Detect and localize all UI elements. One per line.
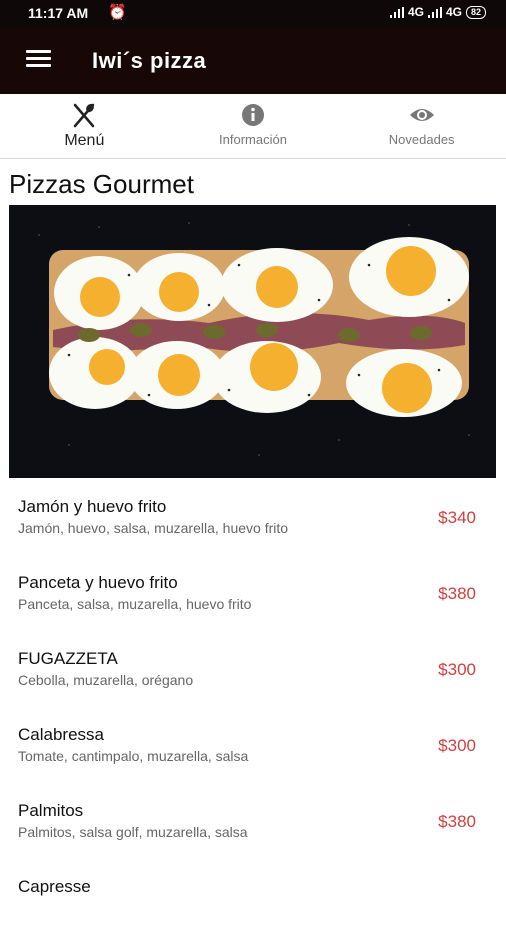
list-item[interactable]: Panceta y huevo frito Panceta, salsa, mu… xyxy=(0,558,506,634)
item-name: Capresse xyxy=(18,877,91,896)
hamburger-menu-icon[interactable] xyxy=(26,50,51,70)
utensils-icon xyxy=(71,100,97,130)
signal-icon-2 xyxy=(427,6,442,18)
info-icon xyxy=(240,100,266,130)
item-description: Cebolla, muzarella, orégano xyxy=(18,672,194,688)
menu-list: Jamón y huevo frito Jamón, huevo, salsa,… xyxy=(0,482,506,938)
item-price: $380 xyxy=(438,584,476,603)
status-time: 11:17 AM xyxy=(28,5,89,21)
tab-novedades[interactable]: Novedades xyxy=(337,94,506,158)
item-price: $380 xyxy=(438,812,476,831)
list-item[interactable]: Jamón y huevo frito Jamón, huevo, salsa,… xyxy=(0,482,506,558)
network-label-1: 4G xyxy=(407,5,424,19)
section-title: Pizzas Gourmet xyxy=(9,169,194,199)
status-icons: 4G 4G 82 xyxy=(389,5,486,19)
list-item[interactable]: Capresse xyxy=(0,862,506,938)
item-price: $300 xyxy=(438,660,476,679)
app-title: Iwi´s pizza xyxy=(92,48,207,73)
item-description: Palmitos, salsa golf, muzarella, salsa xyxy=(18,824,248,840)
item-name: Jamón y huevo frito xyxy=(18,497,167,516)
app-bar: Iwi´s pizza xyxy=(0,28,506,94)
item-price: $340 xyxy=(438,508,476,527)
list-item[interactable]: FUGAZZETA Cebolla, muzarella, orégano $3… xyxy=(0,634,506,710)
item-description: Tomate, cantimpalo, muzarella, salsa xyxy=(18,748,249,764)
tab-novedades-label: Novedades xyxy=(388,132,455,147)
pizza-image xyxy=(9,205,496,478)
status-bar: 11:17 AM ⏰ 4G 4G 82 xyxy=(0,0,506,28)
item-name: Palmitos xyxy=(18,801,84,820)
tab-informacion[interactable]: Información xyxy=(169,94,338,158)
item-name: Calabressa xyxy=(18,725,104,744)
item-description: Panceta, salsa, muzarella, huevo frito xyxy=(18,596,252,612)
network-label-2: 4G xyxy=(445,5,462,19)
list-item[interactable]: Palmitos Palmitos, salsa golf, muzarella… xyxy=(0,786,506,862)
item-name: FUGAZZETA xyxy=(18,649,118,668)
tab-menu-label: Menú xyxy=(64,132,105,149)
list-item[interactable]: Calabressa Tomate, cantimpalo, muzarella… xyxy=(0,710,506,786)
item-price: $300 xyxy=(438,736,476,755)
alarm-icon: ⏰ xyxy=(108,4,127,21)
tab-menu[interactable]: Menú xyxy=(0,94,169,158)
item-name: Panceta y huevo frito xyxy=(18,573,178,592)
signal-icon xyxy=(389,6,404,18)
tab-informacion-label: Información xyxy=(219,132,287,147)
item-description: Jamón, huevo, salsa, muzarella, huevo fr… xyxy=(18,520,289,536)
tab-bar: Menú Información Novedades xyxy=(0,94,506,159)
battery-icon: 82 xyxy=(465,5,486,19)
eye-icon xyxy=(408,100,436,130)
